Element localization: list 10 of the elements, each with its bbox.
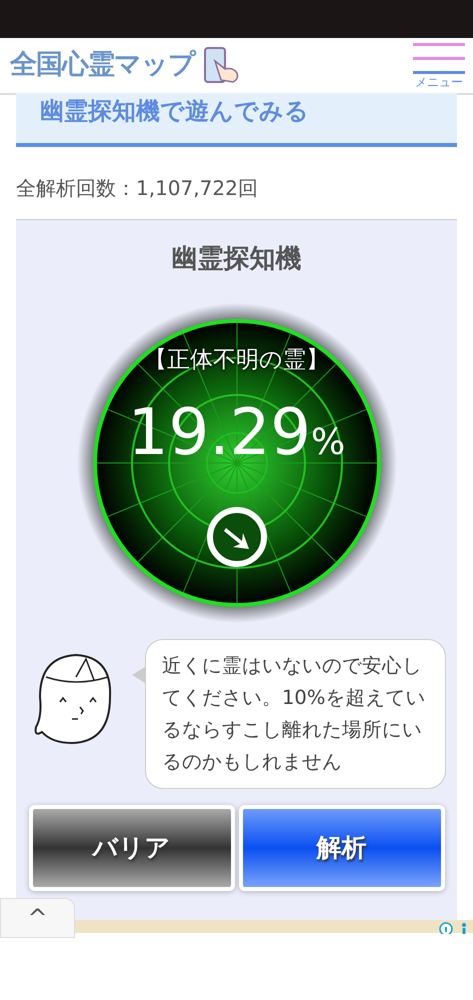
detector-title: 幽霊探知機 xyxy=(170,243,302,276)
speech-bubble: 近くに霊はいないので安心してください。10%を超えているならすこし離れた場所にいるのかもしれません xyxy=(145,639,446,789)
ad-info-icon[interactable] xyxy=(437,921,469,934)
menu-button[interactable]: メニュー xyxy=(413,43,465,88)
site-logo[interactable]: 全国心霊マップ xyxy=(10,45,195,86)
section-heading: 幽霊探知機で遊んでみる xyxy=(16,93,457,147)
detection-percent: 19.29% xyxy=(126,401,346,465)
analyze-button[interactable]: 解析 xyxy=(238,805,444,891)
barrier-button[interactable]: バリア xyxy=(28,805,234,891)
back-to-top-button[interactable]: ^ xyxy=(0,898,75,938)
